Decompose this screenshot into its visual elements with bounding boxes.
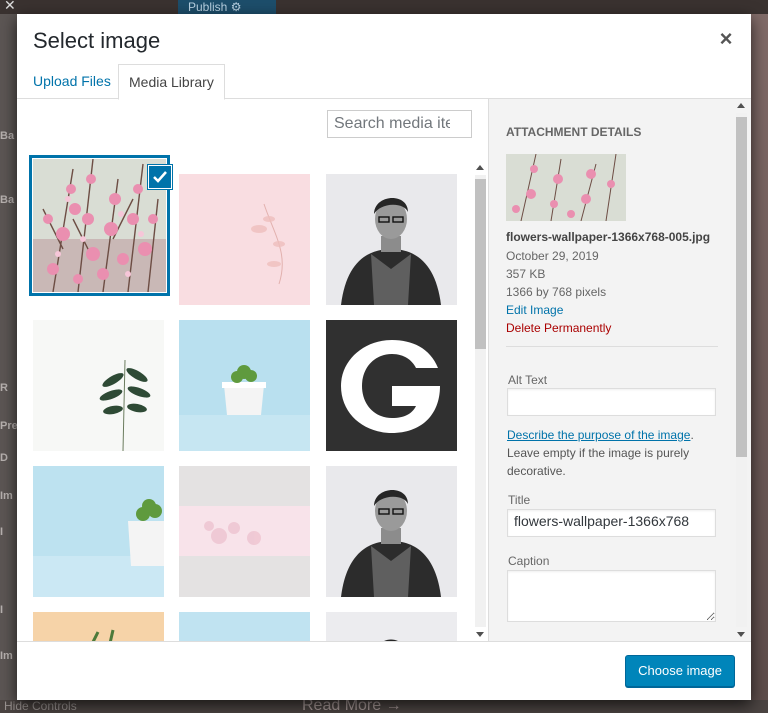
modal-title: Select image xyxy=(33,28,161,53)
modal-toolbar: Choose image xyxy=(17,641,751,700)
alt-text-input[interactable] xyxy=(507,388,716,416)
attachment-dimensions: 1366 by 768 pixels xyxy=(506,285,607,299)
tab-upload-files[interactable]: Upload Files xyxy=(23,64,121,99)
background-letter: I xyxy=(0,604,4,616)
attachment-thumbnail-succulent-blue[interactable] xyxy=(33,466,164,597)
attachment-filename: flowers-wallpaper-1366x768-005.jpg xyxy=(506,230,711,244)
background-hide-controls: Hide Controls xyxy=(4,699,77,713)
caption-label: Caption xyxy=(508,554,550,568)
attachment-filesize: 357 KB xyxy=(506,267,546,281)
check-icon[interactable] xyxy=(148,165,172,189)
attachment-details-sidebar: Attachment Details flowers-wallpaper-136… xyxy=(488,99,751,641)
background-topbar xyxy=(0,0,768,14)
attachment-thumbnail-flowers[interactable] xyxy=(33,159,166,292)
edit-image-link[interactable]: Edit Image xyxy=(506,303,563,317)
delete-permanently-link[interactable]: Delete Permanently xyxy=(506,321,611,335)
scrollbar-thumb[interactable] xyxy=(475,179,486,349)
background-read-more: Read More → xyxy=(302,697,402,713)
caption-textarea[interactable] xyxy=(507,570,716,622)
media-modal: Select image × Upload Files Media Librar… xyxy=(17,14,751,700)
attachment-thumbnail-plant-orange[interactable] xyxy=(33,612,164,641)
attachment-thumbnail-pink-leaf[interactable] xyxy=(179,174,310,305)
tab-media-library[interactable]: Media Library xyxy=(118,64,225,100)
scroll-down-icon[interactable] xyxy=(737,632,745,637)
details-divider xyxy=(506,346,718,347)
alt-text-description: Describe the purpose of the image. Leave… xyxy=(507,428,694,478)
alt-text-help-link[interactable]: Describe the purpose of the image xyxy=(507,428,690,442)
background-letter: R xyxy=(0,382,8,394)
choose-image-button[interactable]: Choose image xyxy=(625,655,735,687)
attachment-thumbnail-green-plant[interactable] xyxy=(33,320,164,451)
title-input[interactable]: flowers-wallpaper-1366x768 xyxy=(507,509,716,537)
background-close-icon: ✕ xyxy=(4,0,16,13)
scroll-down-icon[interactable] xyxy=(476,632,484,637)
router-tabs: Upload Files Media Library xyxy=(17,64,751,100)
attachment-thumbnail-g-logo[interactable] xyxy=(326,320,457,451)
search-input[interactable] xyxy=(327,110,472,138)
scroll-up-icon[interactable] xyxy=(476,165,484,170)
attachment-thumbnail-man-portrait[interactable] xyxy=(326,174,457,305)
attachment-thumbnail-succulent-pot[interactable] xyxy=(179,320,310,451)
attachment-thumbnail-man-portrait-3[interactable] xyxy=(326,612,457,641)
details-scrollbar[interactable] xyxy=(735,99,748,641)
scrollbar-thumb[interactable] xyxy=(736,117,747,457)
background-letter: D xyxy=(0,452,8,464)
attachment-thumbnail-pink-flowers-banner[interactable] xyxy=(179,466,310,597)
background-letter: Ba xyxy=(0,130,15,142)
attachment-thumbnail-blue-partial[interactable] xyxy=(179,612,310,641)
attachment-preview-image xyxy=(506,154,626,221)
attachments-scrollbar[interactable] xyxy=(474,161,487,641)
background-sidebar: Ba Ba R Pre D Im I I Im xyxy=(0,14,18,713)
background-publish-button: Publish ⚙ xyxy=(178,0,276,14)
background-letter: Im xyxy=(0,650,13,662)
scroll-up-icon[interactable] xyxy=(737,103,745,108)
close-icon[interactable]: × xyxy=(715,28,737,50)
background-letter: Ba xyxy=(0,194,15,206)
alt-text-label: Alt Text xyxy=(508,373,548,387)
attachments-browser xyxy=(17,99,487,641)
background-letter: Pre xyxy=(0,420,18,432)
background-letter: Im xyxy=(0,490,13,502)
attachment-details-heading: Attachment Details xyxy=(506,125,642,139)
title-label: Title xyxy=(508,493,531,507)
attachment-date: October 29, 2019 xyxy=(506,249,599,263)
background-letter: I xyxy=(0,526,4,538)
attachment-thumbnail-man-portrait-2[interactable] xyxy=(326,466,457,597)
